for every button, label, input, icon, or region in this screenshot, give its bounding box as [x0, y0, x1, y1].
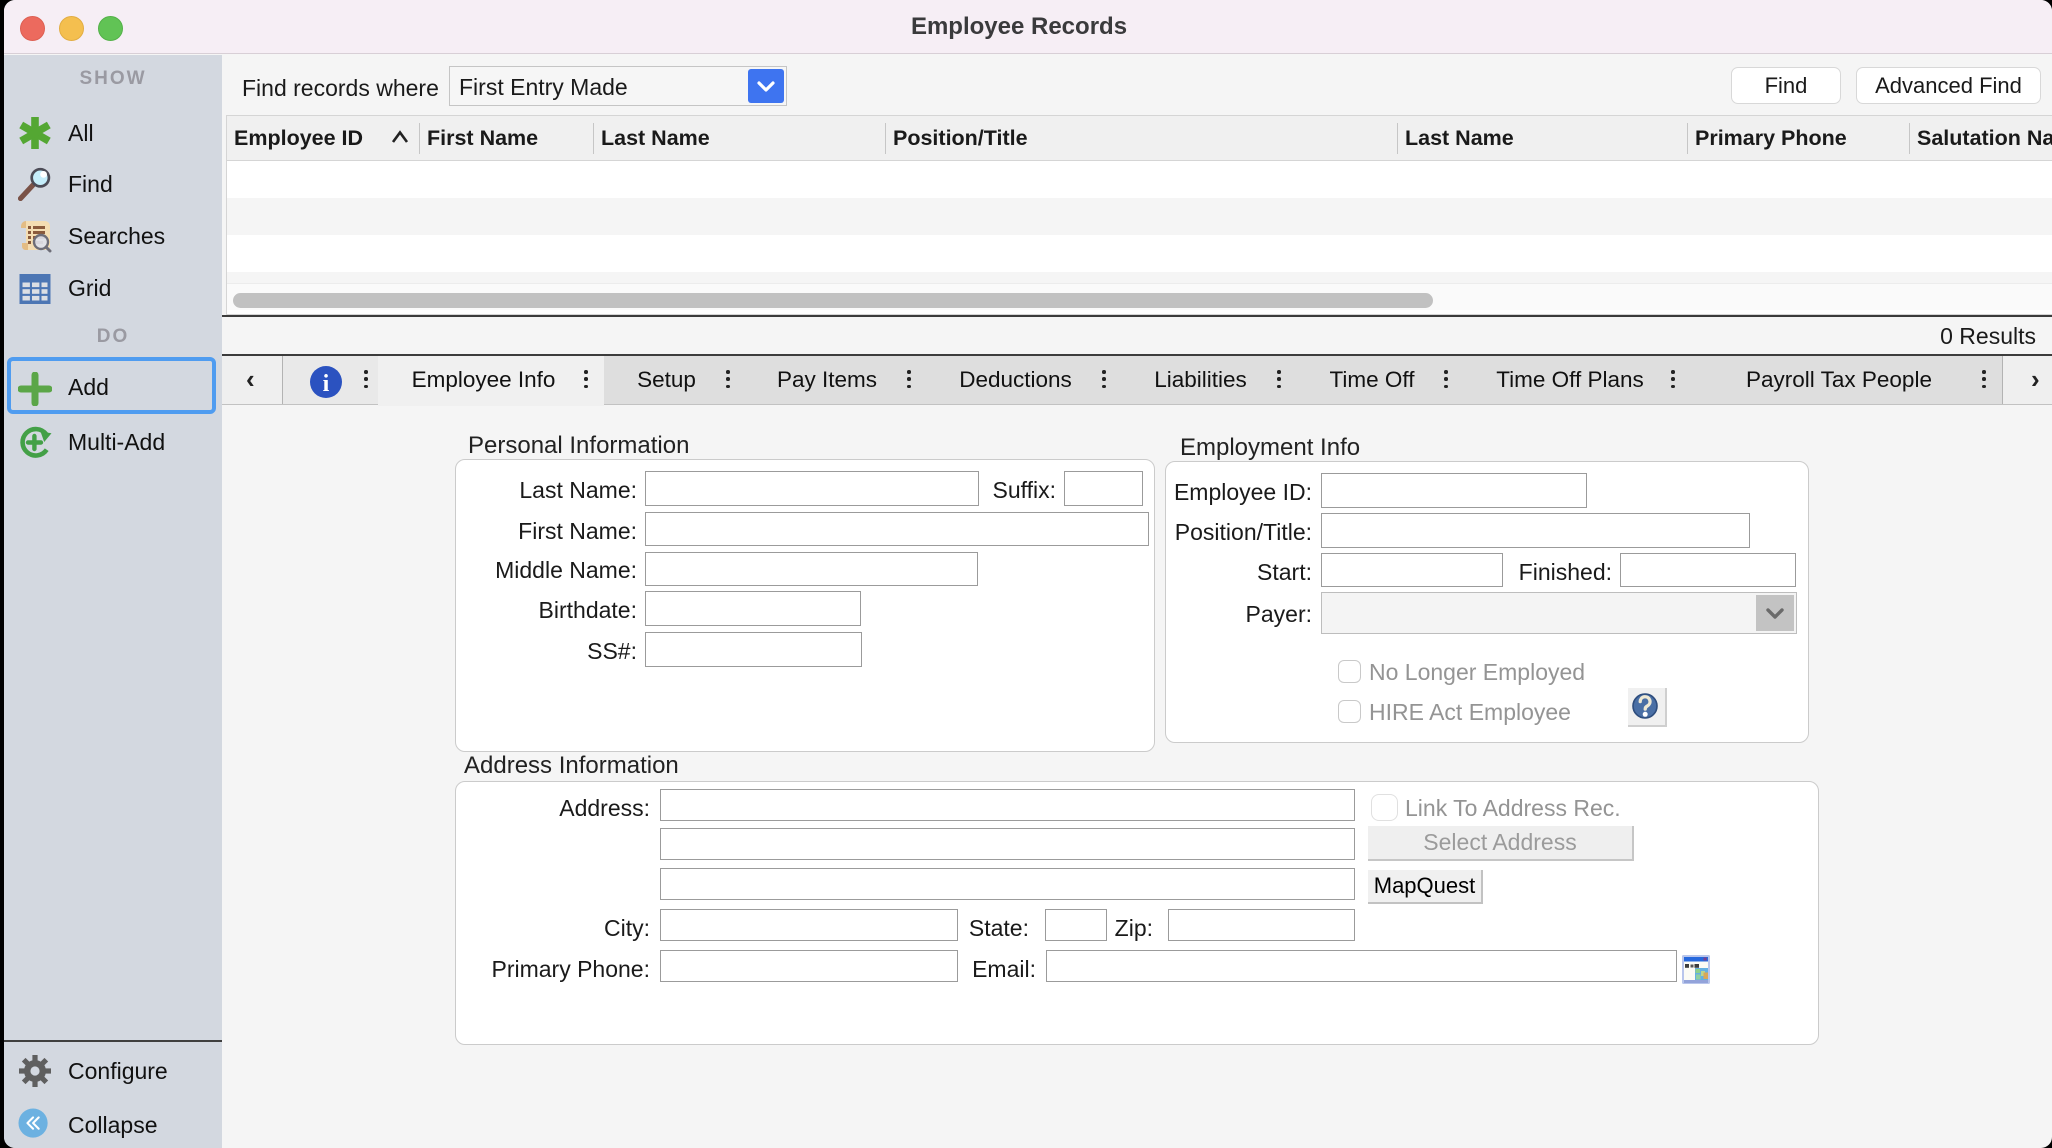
svg-text:i: i [323, 371, 330, 397]
